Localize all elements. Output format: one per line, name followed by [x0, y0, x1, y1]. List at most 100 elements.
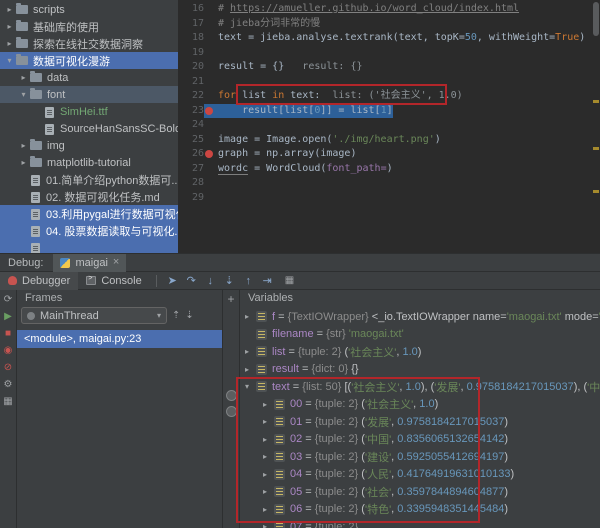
- variable-type: {tuple: 2}: [314, 450, 362, 463]
- chevron-right-icon[interactable]: ▸: [245, 365, 256, 374]
- variable-row[interactable]: ▸ f = {TextIOWrapper} <_io.TextIOWrapper …: [240, 308, 600, 326]
- chevron-right-icon[interactable]: ▸: [263, 487, 274, 496]
- restore-layout-icon[interactable]: ▦: [285, 275, 294, 286]
- editor-line[interactable]: 27 wordc = WordCloud(font_path=): [178, 162, 600, 177]
- step-over-icon[interactable]: ↷: [182, 274, 201, 287]
- tree-item-folder[interactable]: ▸ 探索在线社交数据洞察: [0, 35, 178, 52]
- editor-line[interactable]: 19: [178, 46, 600, 61]
- chevron-right-icon[interactable]: ▸: [4, 5, 15, 14]
- chevron-right-icon[interactable]: ▸: [263, 417, 274, 426]
- variable-row[interactable]: ▸ 01 = {tuple: 2} ('发展', 0.97581842170150…: [240, 413, 600, 431]
- editor-line[interactable]: 22 for list in text: list: ('社会主义', 1.0): [178, 89, 600, 104]
- variable-row[interactable]: ▸ 02 = {tuple: 2} ('中国', 0.83560651326541…: [240, 431, 600, 449]
- tree-item-file[interactable]: 02. 数据可视化任务.md: [0, 188, 178, 205]
- tree-item-folder[interactable]: ▾ font: [0, 86, 178, 103]
- variable-row[interactable]: ▸ 00 = {tuple: 2} ('社会主义', 1.0): [240, 396, 600, 414]
- variable-row[interactable]: ▸ result = {dict: 0} {}: [240, 361, 600, 379]
- close-icon[interactable]: ×: [113, 257, 119, 268]
- editor-line[interactable]: 24: [178, 118, 600, 133]
- editor-line[interactable]: 28: [178, 176, 600, 191]
- editor-line[interactable]: 29: [178, 191, 600, 206]
- add-watch-icon[interactable]: +: [223, 292, 239, 306]
- editor-line[interactable]: 20 result = {} result: {}: [178, 60, 600, 75]
- chevron-right-icon[interactable]: ▸: [263, 400, 274, 409]
- chevron-down-icon[interactable]: ▾: [245, 382, 256, 391]
- variable-row[interactable]: ▸ 05 = {tuple: 2} ('社会', 0.35978448946048…: [240, 483, 600, 501]
- previous-frame-icon[interactable]: ⇡: [172, 310, 180, 321]
- chevron-right-icon[interactable]: ▸: [263, 470, 274, 479]
- editor-line[interactable]: 18 text = jieba.analyse.textrank(text, to…: [178, 31, 600, 46]
- run-to-cursor-icon[interactable]: ⇥: [258, 274, 277, 287]
- frame-row[interactable]: <module>, maigai.py:23: [17, 330, 222, 348]
- chevron-right-icon[interactable]: ▸: [263, 435, 274, 444]
- tree-item-file[interactable]: 01.简单介绍python数据可..: [0, 171, 178, 188]
- variable-row[interactable]: filename = {str} 'maogai.txt': [240, 326, 600, 344]
- editor-line[interactable]: 25 image = Image.open('./img/heart.png'): [178, 133, 600, 148]
- variable-row[interactable]: ▸ 03 = {tuple: 2} ('建设', 0.59250554126941…: [240, 448, 600, 466]
- separator: [155, 274, 157, 287]
- tree-item-file[interactable]: 03.利用pygal进行数据可视化: [0, 205, 178, 222]
- tree-item-folder[interactable]: ▸ scripts: [0, 1, 178, 18]
- warning-stripe-mark[interactable]: [593, 190, 599, 193]
- code-text: # jieba分词非常的慢: [204, 17, 320, 32]
- variable-row[interactable]: ▸ 07 = {tuple: 2}: [240, 518, 600, 528]
- tree-item-file[interactable]: SourceHanSansSC-Bold: [0, 120, 178, 137]
- editor-line[interactable]: 16 # https://amueller.github.io/word_clou…: [178, 2, 600, 17]
- step-out-icon[interactable]: ↑: [239, 275, 258, 287]
- tree-item-file[interactable]: SimHei.ttf: [0, 103, 178, 120]
- tree-item-file[interactable]: 04. 股票数据读取与可视化.m: [0, 222, 178, 239]
- mute-breakpoints-icon[interactable]: ⊘: [4, 361, 12, 374]
- chevron-right-icon[interactable]: ▸: [18, 158, 29, 167]
- code-editor[interactable]: 16 # https://amueller.github.io/word_clou…: [178, 0, 600, 253]
- chevron-down-icon[interactable]: ▾: [4, 56, 15, 65]
- evaluate-icon[interactable]: [226, 390, 237, 401]
- chevron-right-icon[interactable]: ▸: [4, 39, 15, 48]
- settings-icon[interactable]: ⚙: [4, 378, 13, 391]
- chevron-down-icon[interactable]: ▾: [18, 90, 29, 99]
- editor-line[interactable]: 23 result[list[0]] = list[1]: [178, 103, 600, 118]
- warning-stripe-mark[interactable]: [593, 100, 599, 103]
- chevron-right-icon[interactable]: ▸: [18, 141, 29, 150]
- step-into-icon[interactable]: ↓: [201, 275, 220, 287]
- editor-line[interactable]: 21: [178, 75, 600, 90]
- equals-sign: =: [302, 415, 315, 428]
- breakpoint-icon[interactable]: [205, 106, 213, 115]
- chevron-right-icon[interactable]: ▸: [245, 347, 256, 356]
- tree-item-folder[interactable]: ▸ img: [0, 137, 178, 154]
- debug-tab-maigai[interactable]: maigai ×: [53, 253, 127, 272]
- step-into-my-code-icon[interactable]: ⇣: [220, 274, 239, 287]
- next-frame-icon[interactable]: ⇣: [185, 310, 193, 321]
- chevron-right-icon[interactable]: ▸: [263, 452, 274, 461]
- editor-line[interactable]: 26 graph = np.array(image): [178, 147, 600, 162]
- tree-item-folder[interactable]: ▸ data: [0, 69, 178, 86]
- variable-row[interactable]: ▸ 04 = {tuple: 2} ('人民', 0.41764919631010…: [240, 466, 600, 484]
- thread-selector[interactable]: MainThread ▾: [21, 307, 167, 324]
- editor-scrollbar[interactable]: [593, 2, 599, 36]
- show-execution-point-icon[interactable]: ➤: [163, 274, 182, 287]
- chevron-right-icon[interactable]: ▸: [4, 22, 15, 31]
- resume-icon[interactable]: ▶: [4, 310, 12, 323]
- tree-item-folder[interactable]: ▸ matplotlib-tutorial: [0, 154, 178, 171]
- variable-row[interactable]: ▸ list = {tuple: 2} ('社会主义', 1.0): [240, 343, 600, 361]
- editor-line[interactable]: 17 # jieba分词非常的慢: [178, 17, 600, 32]
- view-breakpoints-icon[interactable]: ◉: [4, 344, 13, 357]
- variables-panel: + Variables ▸ f = {TextIOWrapper} <_io.Te…: [223, 290, 600, 528]
- warning-stripe-mark[interactable]: [593, 147, 599, 150]
- variable-value: '发展': [434, 381, 461, 394]
- pin-icon[interactable]: ▦: [3, 395, 12, 408]
- breakpoint-icon[interactable]: [205, 150, 213, 158]
- view-options-icon[interactable]: [226, 406, 237, 417]
- rerun-debug-icon[interactable]: ⟳: [4, 293, 12, 306]
- tree-item-file[interactable]: [0, 239, 178, 253]
- tab-debugger[interactable]: Debugger: [0, 271, 79, 290]
- chevron-right-icon[interactable]: ▸: [245, 312, 256, 321]
- stop-icon[interactable]: ■: [5, 327, 11, 340]
- tree-item-folder[interactable]: ▾ 数据可视化漫游: [0, 52, 178, 69]
- chevron-right-icon[interactable]: ▸: [263, 505, 274, 514]
- tab-console[interactable]: Console: [78, 272, 149, 290]
- chevron-right-icon[interactable]: ▸: [18, 73, 29, 82]
- variable-row[interactable]: ▾ text = {list: 50} [('社会主义', 1.0), ('发展'…: [240, 378, 600, 396]
- variable-row[interactable]: ▸ 06 = {tuple: 2} ('特色', 0.33959483514454…: [240, 501, 600, 519]
- chevron-right-icon[interactable]: ▸: [263, 522, 274, 528]
- tree-item-folder[interactable]: ▸ 基础库的使用: [0, 18, 178, 35]
